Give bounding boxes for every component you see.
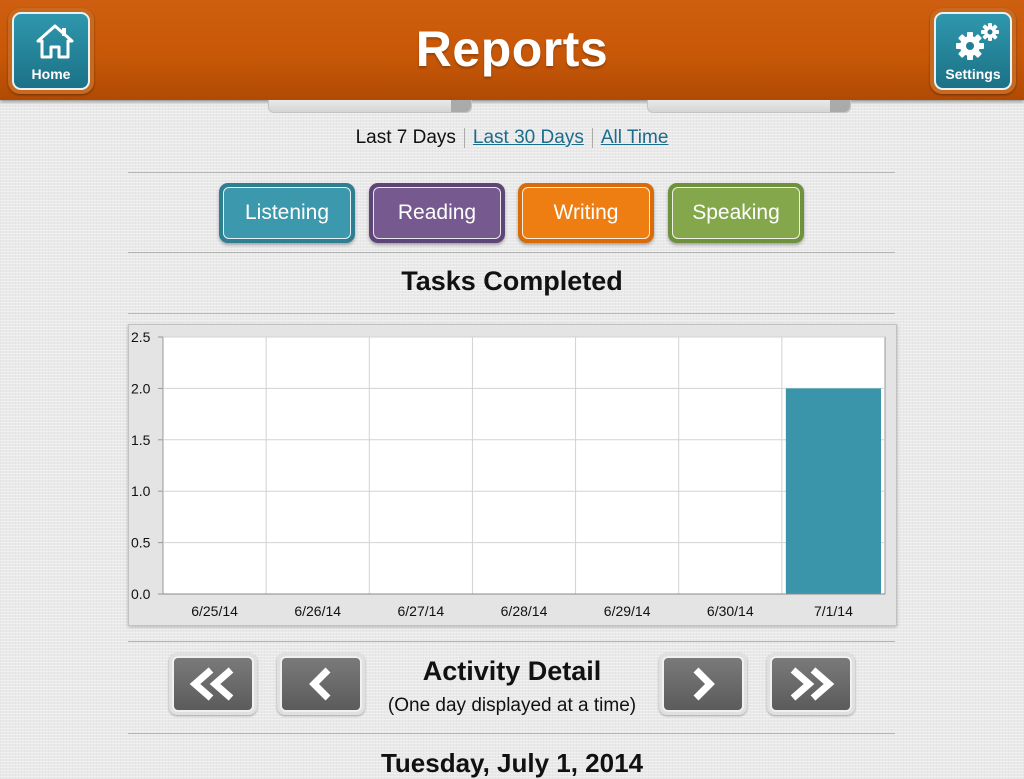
- speaking-button[interactable]: Speaking: [668, 183, 804, 243]
- writing-label: Writing: [522, 187, 650, 239]
- last-day-button[interactable]: [767, 653, 855, 715]
- divider: [128, 641, 895, 642]
- bar-7-1-14: [785, 388, 881, 594]
- divider: [128, 313, 895, 314]
- range-all-time[interactable]: All Time: [593, 127, 677, 149]
- header-bar: Home Reports Settings: [0, 0, 1024, 100]
- x-tick-label: 6/26/14: [294, 603, 341, 619]
- y-tick-label: 0.5: [131, 535, 151, 551]
- settings-label: Settings: [945, 66, 1001, 82]
- x-tick-label: 6/25/14: [191, 603, 238, 619]
- x-tick-label: 7/1/14: [814, 603, 853, 619]
- left-dropdown[interactable]: [268, 100, 472, 113]
- chevron-right-icon: [693, 667, 715, 701]
- activity-detail-subtitle: (One day displayed at a time): [387, 695, 637, 716]
- tasks-completed-title: Tasks Completed: [401, 266, 623, 296]
- x-tick-label: 6/30/14: [707, 603, 754, 619]
- listening-button[interactable]: Listening: [219, 183, 355, 243]
- writing-button[interactable]: Writing: [518, 183, 654, 243]
- divider: [128, 172, 895, 173]
- next-day-button[interactable]: [659, 653, 747, 715]
- reading-label: Reading: [373, 187, 501, 239]
- divider: [128, 733, 895, 734]
- gears-icon: [956, 23, 999, 60]
- right-dropdown[interactable]: [647, 100, 851, 113]
- settings-button[interactable]: Settings: [930, 8, 1016, 94]
- reading-button[interactable]: Reading: [369, 183, 505, 243]
- x-tick-label: 6/28/14: [501, 603, 548, 619]
- y-tick-label: 0.0: [131, 586, 151, 602]
- range-last-30-days[interactable]: Last 30 Days: [465, 127, 592, 149]
- y-tick-label: 1.0: [131, 483, 151, 499]
- y-tick-label: 2.0: [131, 380, 151, 396]
- x-tick-label: 6/27/14: [397, 603, 444, 619]
- activity-detail-title: Activity Detail: [422, 656, 602, 686]
- x-tick-label: 6/29/14: [604, 603, 651, 619]
- page-title: Reports: [415, 21, 609, 77]
- listening-label: Listening: [223, 187, 351, 239]
- tasks-chart-svg: 0.0 0.5 1.0 1.5 2.0 2.5 6/25/14 6/26/14 6/27/14 6…: [131, 329, 886, 619]
- current-date-heading: Tuesday, July 1, 2014: [380, 748, 644, 778]
- date-range-selector: Last 7 Days Last 30 Days All Time: [0, 127, 1024, 149]
- divider: [128, 252, 895, 253]
- y-tick-label: 1.5: [131, 432, 151, 448]
- range-last-7-days[interactable]: Last 7 Days: [348, 127, 464, 149]
- double-chevron-right-icon: [790, 667, 835, 701]
- speaking-label: Speaking: [672, 187, 800, 239]
- y-tick-label: 2.5: [131, 329, 151, 345]
- plot-area: [162, 336, 886, 595]
- tasks-chart: 0.0 0.5 1.0 1.5 2.0 2.5 6/25/14 6/26/14 6/27/14 6…: [128, 324, 897, 626]
